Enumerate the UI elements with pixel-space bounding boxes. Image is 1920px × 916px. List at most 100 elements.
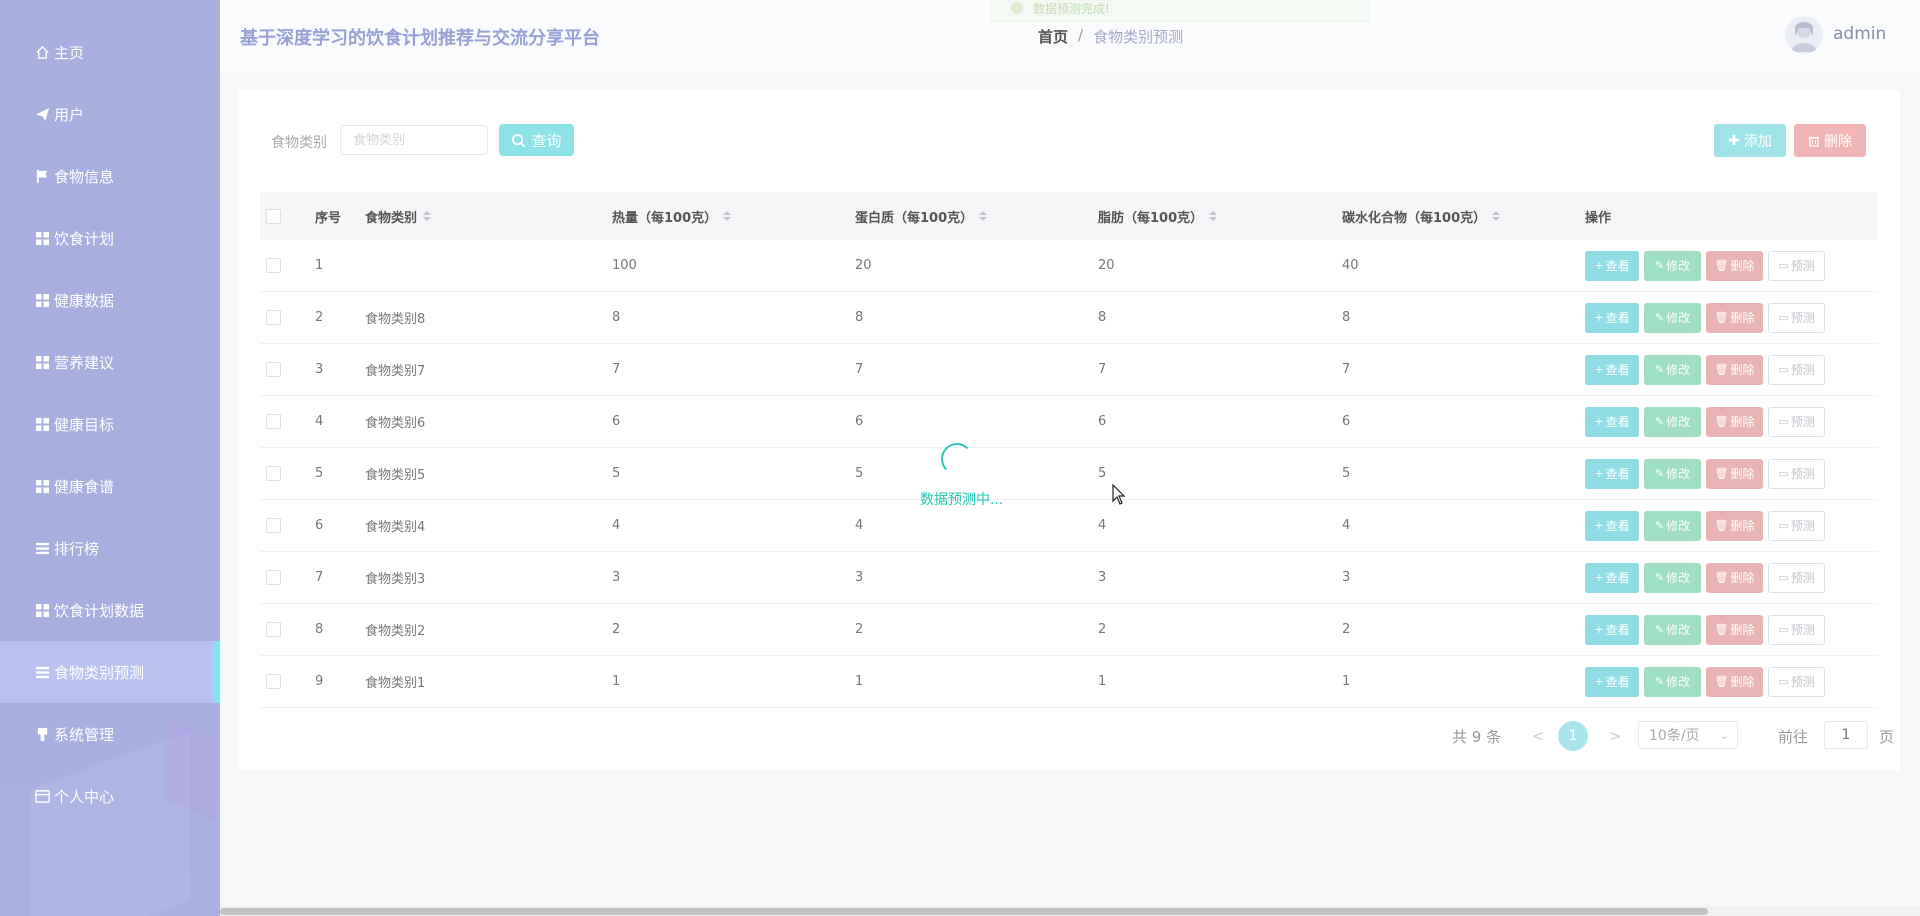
column-header[interactable]: 脂肪（每100克） xyxy=(1098,192,1218,240)
view-button[interactable]: + 查看 xyxy=(1585,406,1639,437)
sidebar-item[interactable]: 食物信息 xyxy=(0,145,220,207)
edit-button[interactable]: ✎ 修改 xyxy=(1644,666,1701,697)
predict-button-label: 预测 xyxy=(1790,571,1815,585)
view-button[interactable]: + 查看 xyxy=(1585,302,1639,333)
sidebar-item[interactable]: 个人中心 xyxy=(0,765,220,827)
paper-plane-icon xyxy=(34,106,50,122)
view-button[interactable]: + 查看 xyxy=(1585,250,1639,281)
edit-button-label: 修改 xyxy=(1666,571,1691,585)
site-title: 基于深度学习的饮食计划推荐与交流分享平台 xyxy=(240,28,600,49)
row-checkbox[interactable] xyxy=(266,310,281,325)
predict-button[interactable]: ▭ 预测 xyxy=(1768,562,1825,593)
row-checkbox[interactable] xyxy=(266,362,281,377)
delete-button[interactable]: 🗑 删除 xyxy=(1706,354,1763,385)
pagination-page[interactable]: 1 xyxy=(1558,721,1588,751)
sidebar-item[interactable]: 排行榜 xyxy=(0,517,220,579)
edit-button[interactable]: ✎ 修改 xyxy=(1644,302,1701,333)
predict-button[interactable]: ▭ 预测 xyxy=(1768,406,1825,437)
edit-button[interactable]: ✎ 修改 xyxy=(1644,354,1701,385)
column-header[interactable]: 食物类别 xyxy=(365,192,432,240)
sidebar-item[interactable]: 健康数据 xyxy=(0,269,220,331)
column-header[interactable]: 碳水化合物（每100克） xyxy=(1342,192,1501,240)
username[interactable]: admin xyxy=(1833,24,1886,44)
avatar[interactable] xyxy=(1785,16,1823,54)
delete-button[interactable]: 🗑 删除 xyxy=(1706,458,1763,489)
sidebar-item[interactable]: 营养建议 xyxy=(0,331,220,393)
sidebar-item[interactable]: 系统管理 xyxy=(0,703,220,765)
chevron-down-icon: ⌄ xyxy=(1719,728,1729,742)
table-cell: 3 xyxy=(1098,570,1107,585)
query-button[interactable]: 查询 xyxy=(499,124,574,156)
breadcrumb-home[interactable]: 首页 xyxy=(1038,26,1068,47)
column-header[interactable]: 热量（每100克） xyxy=(612,192,732,240)
view-button[interactable]: + 查看 xyxy=(1585,666,1639,697)
view-button[interactable]: + 查看 xyxy=(1585,354,1639,385)
add-button[interactable]: ✚ 添加 xyxy=(1714,124,1786,157)
sort-icon[interactable] xyxy=(1492,211,1501,221)
delete-button[interactable]: 🗑 删除 xyxy=(1706,614,1763,645)
table-cell: 8 xyxy=(1342,310,1351,325)
horizontal-scrollbar[interactable] xyxy=(220,906,1920,916)
delete-button[interactable]: 🗑 删除 xyxy=(1706,250,1763,281)
sidebar-item[interactable]: 健康食谱 xyxy=(0,455,220,517)
row-checkbox[interactable] xyxy=(266,622,281,637)
edit-button[interactable]: ✎ 修改 xyxy=(1644,562,1701,593)
predict-button-label: 预测 xyxy=(1790,675,1815,689)
predict-button[interactable]: ▭ 预测 xyxy=(1768,354,1825,385)
predict-button[interactable]: ▭ 预测 xyxy=(1768,458,1825,489)
row-checkbox[interactable] xyxy=(266,466,281,481)
pagination-next[interactable]: > xyxy=(1609,721,1622,751)
predict-button[interactable]: ▭ 预测 xyxy=(1768,666,1825,697)
predict-button[interactable]: ▭ 预测 xyxy=(1768,250,1825,281)
delete-button[interactable]: 🗑 删除 xyxy=(1706,406,1763,437)
sidebar-item[interactable]: 用户 xyxy=(0,83,220,145)
sidebar-item[interactable]: 健康目标 xyxy=(0,393,220,455)
predict-button[interactable]: ▭ 预测 xyxy=(1768,614,1825,645)
row-checkbox[interactable] xyxy=(266,208,281,224)
row-checkbox[interactable] xyxy=(266,414,281,429)
edit-button[interactable]: ✎ 修改 xyxy=(1644,250,1701,281)
sort-icon[interactable] xyxy=(723,211,732,221)
search-input[interactable] xyxy=(340,125,488,155)
page-size-select[interactable]: 10条/页 ⌄ xyxy=(1638,721,1738,749)
batch-delete-button[interactable]: 删除 xyxy=(1794,124,1866,157)
edit-button[interactable]: ✎ 修改 xyxy=(1644,458,1701,489)
edit-button[interactable]: ✎ 修改 xyxy=(1644,510,1701,541)
sidebar-item[interactable]: 饮食计划 xyxy=(0,207,220,269)
row-checkbox[interactable] xyxy=(266,258,281,273)
view-button[interactable]: + 查看 xyxy=(1585,562,1639,593)
table-cell: 食物类别4 xyxy=(365,520,426,535)
view-button[interactable]: + 查看 xyxy=(1585,458,1639,489)
view-button-label: 查看 xyxy=(1605,467,1630,481)
view-button[interactable]: + 查看 xyxy=(1585,614,1639,645)
sidebar-item[interactable]: 主页 xyxy=(0,21,220,83)
sort-icon[interactable] xyxy=(1209,211,1218,221)
delete-button[interactable]: 🗑 删除 xyxy=(1706,666,1763,697)
row-checkbox[interactable] xyxy=(266,674,281,689)
column-header[interactable]: 蛋白质（每100克） xyxy=(855,192,988,240)
delete-button[interactable]: 🗑 删除 xyxy=(1706,510,1763,541)
pagination-goto-input[interactable]: 1 xyxy=(1824,721,1868,749)
table-cell: 1 xyxy=(315,258,324,273)
pagination-prev[interactable]: < xyxy=(1532,721,1545,751)
predict-button-label: 预测 xyxy=(1790,363,1815,377)
predict-button[interactable]: ▭ 预测 xyxy=(1768,510,1825,541)
edit-button[interactable]: ✎ 修改 xyxy=(1644,614,1701,645)
row-checkbox[interactable] xyxy=(266,570,281,585)
sidebar-item[interactable]: 食物类别预测 xyxy=(0,641,220,703)
table-row: 2 食物类别8 8 8 8 8 + 查看 ✎ 修改 🗑 删除 ▭ 预测 xyxy=(260,292,1878,344)
view-button-label: 查看 xyxy=(1605,519,1630,533)
edit-button[interactable]: ✎ 修改 xyxy=(1644,406,1701,437)
row-checkbox[interactable] xyxy=(266,518,281,533)
plus-icon: + xyxy=(1594,675,1604,688)
sidebar-item[interactable]: 饮食计划数据 xyxy=(0,579,220,641)
breadcrumb: 首页 / 食物类别预测 xyxy=(1038,26,1183,47)
delete-button[interactable]: 🗑 删除 xyxy=(1706,562,1763,593)
predict-button[interactable]: ▭ 预测 xyxy=(1768,302,1825,333)
sort-icon[interactable] xyxy=(423,211,432,221)
view-button[interactable]: + 查看 xyxy=(1585,510,1639,541)
sort-icon[interactable] xyxy=(979,211,988,221)
scrollbar-thumb[interactable] xyxy=(220,908,1708,915)
delete-button[interactable]: 🗑 删除 xyxy=(1706,302,1763,333)
pagination-goto-label: 前往 xyxy=(1778,727,1809,746)
